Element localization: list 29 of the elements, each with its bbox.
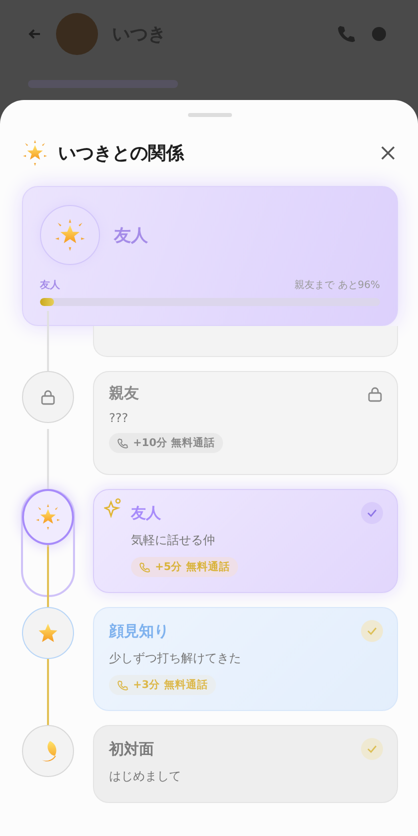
stage-name: 初対面 [109, 740, 154, 758]
lock-icon [40, 389, 56, 405]
sparkling-star-icon [35, 504, 61, 530]
phone-icon [139, 562, 150, 572]
stage-name: 顔見知り [109, 622, 169, 640]
free-call-reward: +5分 無料通話 [155, 560, 230, 574]
phone-icon [117, 438, 128, 448]
sparkling-star-icon [54, 219, 86, 251]
sheet-title: いつきとの関係 [58, 142, 184, 165]
sparkle-icon [104, 498, 122, 518]
current-level: 友人 [114, 224, 148, 246]
free-call-reward: +10分 無料通話 [133, 436, 216, 450]
stage-name: 友人 [131, 504, 161, 522]
stage-description: 少しずつ打ち解けてきた [109, 650, 242, 667]
star-icon [37, 622, 59, 644]
next-level-hint: 親友まで あと96% [294, 278, 380, 292]
close-icon[interactable] [380, 145, 396, 161]
stage-description: はじめまして [109, 768, 182, 785]
stage-description: 気軽に話せる仲 [131, 532, 216, 549]
phone-icon[interactable] [336, 24, 356, 44]
back-arrow-icon[interactable] [28, 27, 42, 41]
progress-label: 友人 [40, 278, 60, 292]
phone-icon [117, 680, 128, 690]
avatar [56, 13, 98, 55]
stage-name: 親友 [109, 384, 139, 403]
stage-description: ??? [109, 411, 130, 425]
sparkling-star-icon [22, 140, 48, 166]
free-call-reward: +3分 無料通話 [133, 678, 208, 692]
lock-icon [367, 386, 383, 402]
